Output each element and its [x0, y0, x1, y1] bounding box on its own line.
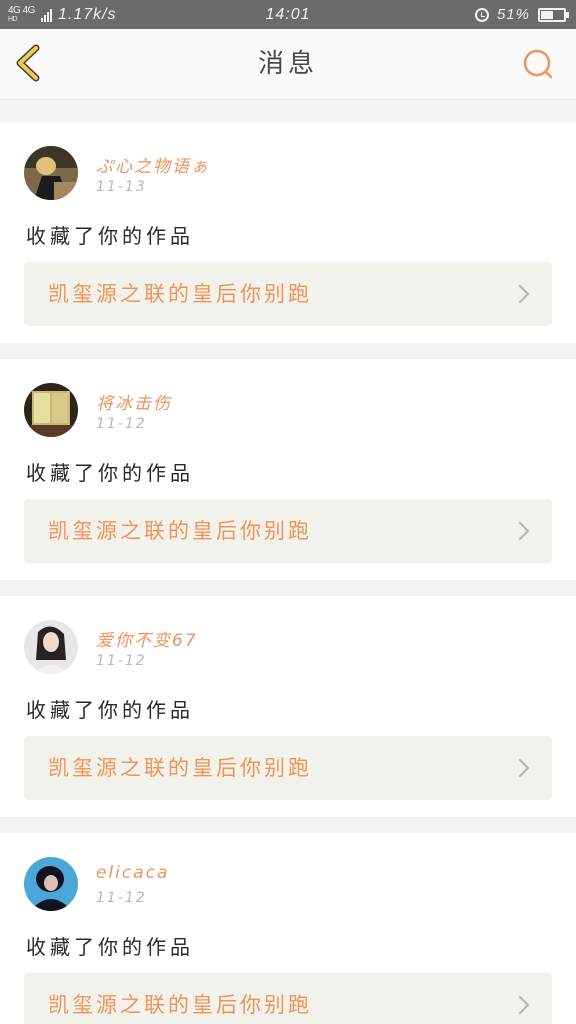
work-link[interactable]: 凯玺源之联的皇后你别跑 — [24, 736, 552, 800]
work-title: 凯玺源之联的皇后你别跑 — [48, 519, 312, 543]
username[interactable]: ぷ心之物语ぁ — [96, 152, 210, 177]
username[interactable]: elicaca — [96, 863, 169, 883]
avatar[interactable] — [24, 146, 78, 200]
username[interactable]: 将冰击伤 — [96, 389, 172, 414]
work-title: 凯玺源之联的皇后你别跑 — [48, 993, 312, 1017]
avatar[interactable] — [24, 857, 78, 911]
work-title: 凯玺源之联的皇后你别跑 — [48, 756, 312, 780]
search-button[interactable] — [520, 47, 556, 83]
username[interactable]: 爱你不变67 — [96, 626, 198, 651]
page-title: 消息 — [257, 49, 318, 79]
avatar[interactable] — [24, 383, 78, 437]
work-link[interactable]: 凯玺源之联的皇后你别跑 — [24, 262, 552, 326]
chevron-right-icon — [518, 521, 530, 541]
battery-percent: 51% — [496, 6, 530, 23]
message-card: ぷ心之物语ぁ 11-13 收藏了你的作品 凯玺源之联的皇后你别跑 — [0, 122, 576, 343]
status-bar: 4G 4G HD 1.17k/s 14:01 51% — [0, 0, 576, 29]
message-date: 11-13 — [96, 179, 147, 195]
action-text: 收藏了你的作品 — [26, 935, 194, 959]
avatar[interactable] — [24, 620, 78, 674]
app-header: 消息 — [0, 29, 576, 100]
message-date: 11-12 — [96, 416, 147, 432]
message-card: 爱你不变67 11-12 收藏了你的作品 凯玺源之联的皇后你别跑 — [0, 596, 576, 817]
action-text: 收藏了你的作品 — [26, 224, 194, 248]
message-list[interactable]: ぷ心之物语ぁ 11-13 收藏了你的作品 凯玺源之联的皇后你别跑 将冰击伤 11… — [0, 100, 576, 1024]
alarm-icon — [474, 7, 489, 22]
message-date: 11-12 — [96, 890, 147, 906]
chevron-right-icon — [518, 758, 530, 778]
battery-icon — [538, 7, 569, 22]
status-right: 51% — [474, 0, 569, 29]
chevron-right-icon — [518, 995, 530, 1015]
action-text: 收藏了你的作品 — [26, 698, 194, 722]
action-text: 收藏了你的作品 — [26, 461, 194, 485]
search-icon — [523, 49, 553, 79]
chevron-right-icon — [518, 284, 530, 304]
message-card: 将冰击伤 11-12 收藏了你的作品 凯玺源之联的皇后你别跑 — [0, 359, 576, 580]
work-title: 凯玺源之联的皇后你别跑 — [48, 282, 312, 306]
work-link[interactable]: 凯玺源之联的皇后你别跑 — [24, 499, 552, 563]
message-card: elicaca 11-12 收藏了你的作品 凯玺源之联的皇后你别跑 — [0, 833, 576, 1024]
work-link[interactable]: 凯玺源之联的皇后你别跑 — [24, 973, 552, 1024]
message-date: 11-12 — [96, 653, 147, 669]
